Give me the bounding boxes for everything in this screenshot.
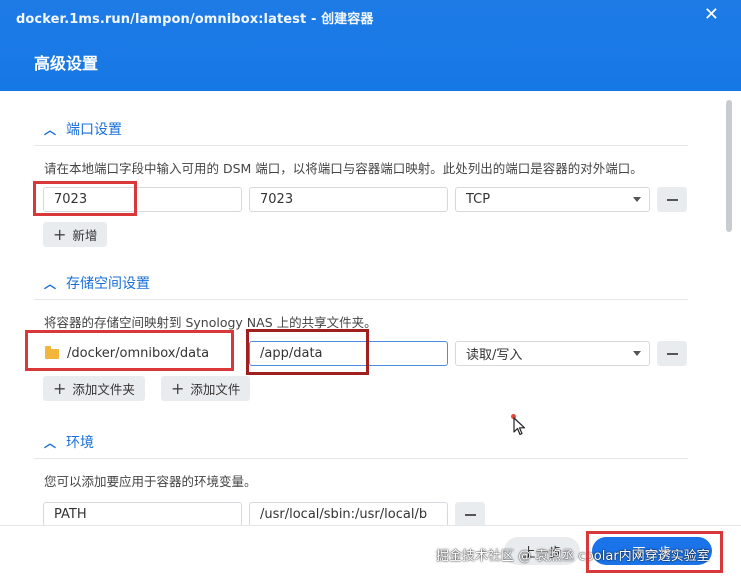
storage-description: 将容器的存储空间映射到 Synology NAS 上的共享文件夹。: [44, 315, 377, 330]
ports-description: 请在本地端口字段中输入可用的 DSM 端口，以将端口与容器端口映射。此处列出的端…: [44, 161, 643, 176]
section-header-storage[interactable]: ︿ 存储空间设置: [44, 273, 150, 293]
chevron-up-icon: ︿: [44, 435, 57, 450]
add-file-label: 添加文件: [190, 382, 241, 397]
minus-icon: [464, 513, 476, 516]
local-port-input[interactable]: 7023: [43, 187, 242, 212]
close-icon[interactable]: ✕: [704, 4, 719, 25]
folder-path-value: /docker/omnibox/data: [67, 346, 210, 361]
protocol-select[interactable]: TCP: [455, 187, 650, 212]
window-header: docker.1ms.run/lampon/omnibox:latest - 创…: [0, 0, 741, 91]
local-port-value: 7023: [54, 192, 88, 207]
mount-path-input[interactable]: /app/data: [249, 341, 448, 366]
remove-volume-button[interactable]: [657, 341, 687, 366]
chevron-down-icon: [633, 197, 641, 202]
divider: [34, 145, 688, 146]
mouse-cursor-icon: [513, 417, 526, 436]
plus-icon: +: [171, 378, 185, 398]
folder-icon: [45, 345, 59, 359]
container-port-input[interactable]: 7023: [249, 187, 448, 212]
section-title-env: 环境: [66, 435, 95, 451]
env-value-input[interactable]: /usr/local/sbin:/usr/local/b: [249, 502, 448, 527]
watermark: 掘金技术社区 @ 袁煦丞 cpolar内网穿透实验室: [436, 549, 710, 564]
minus-icon: [666, 198, 678, 201]
scrollbar[interactable]: [726, 100, 732, 232]
env-name-input[interactable]: PATH: [43, 502, 242, 527]
section-title-ports: 端口设置: [66, 122, 123, 138]
permission-select[interactable]: 读取/写入: [455, 341, 650, 366]
remove-env-button[interactable]: [455, 502, 485, 527]
window-title: docker.1ms.run/lampon/omnibox:latest - 创…: [16, 12, 374, 27]
section-header-env[interactable]: ︿ 环境: [44, 432, 94, 452]
add-file-button[interactable]: + 添加文件: [161, 376, 251, 401]
add-port-label: 新增: [72, 228, 98, 243]
permission-value: 读取/写入: [466, 348, 523, 363]
env-name-value: PATH: [54, 507, 87, 522]
minus-icon: [666, 352, 678, 355]
env-description: 您可以添加要应用于容器的环境变量。: [44, 474, 257, 489]
add-folder-label: 添加文件夹: [72, 382, 135, 397]
add-folder-button[interactable]: + 添加文件夹: [43, 376, 145, 401]
chevron-up-icon: ︿: [44, 122, 57, 137]
chevron-down-icon: [633, 351, 641, 356]
plus-icon: +: [53, 378, 67, 398]
folder-path-field[interactable]: /docker/omnibox/data: [34, 341, 230, 366]
remove-port-button[interactable]: [657, 187, 687, 212]
container-port-value: 7023: [260, 192, 294, 207]
env-value-value: /usr/local/sbin:/usr/local/b: [260, 507, 428, 522]
divider: [34, 299, 688, 300]
add-port-button[interactable]: + 新增: [43, 222, 108, 247]
mount-path-value: /app/data: [260, 346, 323, 361]
plus-icon: +: [53, 224, 67, 244]
divider: [34, 458, 688, 459]
section-header-ports[interactable]: ︿ 端口设置: [44, 119, 122, 139]
chevron-up-icon: ︿: [44, 276, 57, 291]
section-title-storage: 存储空间设置: [66, 276, 151, 292]
protocol-value: TCP: [466, 192, 491, 207]
page-title: 高级设置: [34, 54, 99, 73]
